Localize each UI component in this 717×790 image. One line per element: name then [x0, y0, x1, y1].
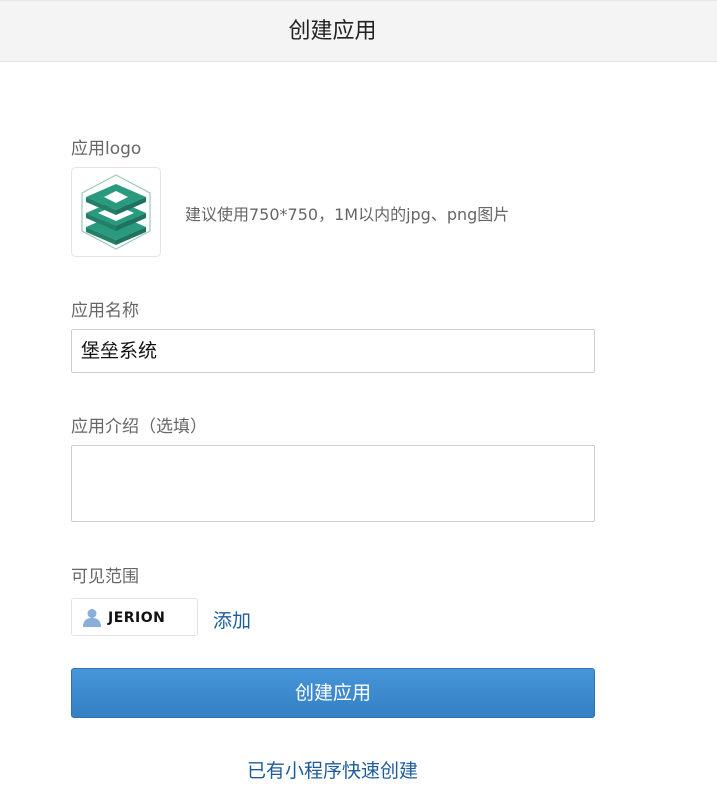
- app-logo-icon: [81, 174, 151, 250]
- page-header: 创建应用: [0, 0, 717, 62]
- logo-label: 应用logo: [71, 139, 142, 159]
- create-app-button[interactable]: 创建应用: [71, 668, 595, 718]
- app-name-input[interactable]: 堡垒系统: [71, 329, 595, 373]
- page-title: 创建应用: [288, 19, 377, 44]
- visibility-label: 可见范围: [71, 567, 139, 587]
- quick-create-link[interactable]: 已有小程序快速创建: [0, 756, 665, 783]
- app-name-value: 堡垒系统: [81, 340, 158, 362]
- name-label: 应用名称: [71, 301, 139, 321]
- logo-hint: 建议使用750*750，1M以内的jpg、png图片: [185, 205, 510, 224]
- user-avatar-icon: [83, 609, 101, 627]
- app-description-textarea[interactable]: [71, 445, 595, 522]
- logo-upload[interactable]: [71, 167, 161, 257]
- add-member-link[interactable]: 添加: [213, 606, 251, 633]
- member-name: JERION: [108, 610, 166, 626]
- description-label: 应用介绍（选填）: [71, 417, 207, 437]
- member-chip[interactable]: JERION: [71, 598, 198, 636]
